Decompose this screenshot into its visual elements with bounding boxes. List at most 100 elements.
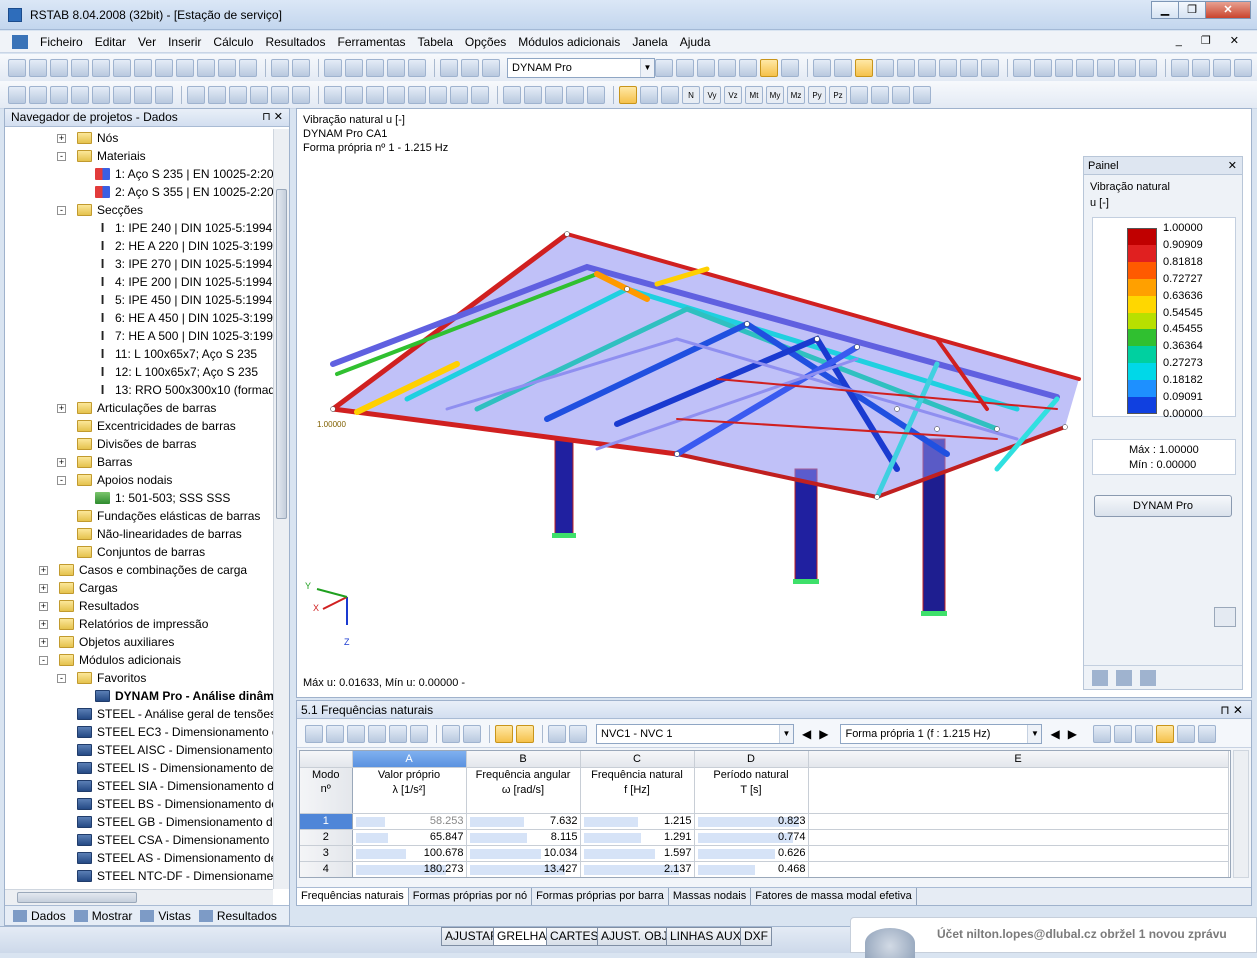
toolbar-button[interactable] [1055, 58, 1073, 77]
tree-toggle-icon[interactable]: + [57, 134, 66, 143]
toolbar-button[interactable] [661, 85, 679, 104]
force-button-4[interactable]: My [766, 85, 784, 104]
table-cell[interactable]: 0.823 [694, 813, 809, 830]
toolbar-button[interactable] [516, 724, 534, 743]
table-cell[interactable]: 0.626 [694, 845, 809, 862]
minimize-button[interactable]: ▁ [1151, 1, 1179, 19]
toolbar-button[interactable] [366, 85, 384, 104]
tree-item[interactable]: STEEL - Análise geral de tensões d [5, 705, 273, 723]
tree-item[interactable]: + Objetos auxiliares [5, 633, 273, 651]
toolbar-button[interactable] [229, 85, 247, 104]
toolbar-button[interactable] [1192, 58, 1210, 77]
table-cell[interactable]: 1.215 [580, 813, 695, 830]
tree-item[interactable]: STEEL BS - Dimensionamento de b [5, 795, 273, 813]
column-letter[interactable]: C [580, 751, 695, 768]
table-cell[interactable]: 65.847 [352, 829, 467, 846]
toolbar-button[interactable] [1197, 724, 1216, 743]
toolbar-button[interactable] [913, 85, 931, 104]
table-cell[interactable]: 8.115 [466, 829, 581, 846]
tree-item[interactable]: Divisões de barras [5, 435, 273, 453]
menu-item-7[interactable]: Tabela [418, 35, 453, 49]
toolbar-button[interactable] [113, 58, 131, 77]
tree-item[interactable]: - Apoios nodais [5, 471, 273, 489]
toolbar-button[interactable] [50, 85, 68, 104]
chevron-down-icon[interactable]: ▼ [1027, 724, 1042, 743]
toolbar-button[interactable] [368, 724, 386, 743]
tree-item[interactable]: I 7: HE A 500 | DIN 1025-3:1994; [5, 327, 273, 345]
row-number[interactable]: 5 [300, 877, 352, 878]
load-case-combo[interactable]: DYNAM Pro ▼ [507, 57, 655, 78]
toolbar-button[interactable] [482, 58, 500, 77]
row-number[interactable]: 4 [300, 861, 353, 877]
tree-item[interactable]: + Casos e combinações de carga [5, 561, 273, 579]
toolbar-button[interactable] [676, 58, 694, 77]
toolbar-button[interactable] [897, 58, 915, 77]
toolbar-button[interactable] [305, 724, 323, 743]
table-row[interactable]: 3 100.678 10.034 1.597 0.626 [300, 845, 1229, 862]
toolbar-button[interactable] [569, 724, 587, 743]
table-cell[interactable]: 100.678 [352, 845, 467, 862]
navigator-hscroll[interactable] [5, 889, 273, 905]
toolbar-button[interactable] [1113, 724, 1132, 743]
navigator-tab-1[interactable]: Mostrar [73, 909, 132, 923]
tree-item[interactable]: Não-linearidades de barras [5, 525, 273, 543]
pin-close-icon[interactable]: ⊓ ✕ [1220, 701, 1243, 719]
toolbar-button[interactable] [524, 85, 542, 104]
table-cell[interactable]: 13.427 [466, 861, 581, 877]
table-cell[interactable]: 58.253 [352, 813, 467, 830]
toolbar-button[interactable] [387, 58, 405, 77]
toolbar-button[interactable] [208, 85, 226, 104]
toolbar-button[interactable] [155, 85, 173, 104]
tree-item[interactable]: + Relatórios de impressão [5, 615, 273, 633]
tree-item[interactable]: + Articulações de barras [5, 399, 273, 417]
document-icon[interactable] [12, 34, 28, 49]
table-cell-empty[interactable] [808, 829, 1229, 846]
toolbar-button[interactable] [850, 85, 868, 104]
table-cell-empty[interactable] [808, 877, 1228, 878]
tree-toggle-icon[interactable]: - [39, 656, 48, 665]
3d-view[interactable]: Vibração natural u [-] DYNAM Pro CA1 For… [296, 108, 1252, 698]
toolbar-button[interactable] [292, 85, 310, 104]
tree-item[interactable]: I 6: HE A 450 | DIN 1025-3:1994; [5, 309, 273, 327]
column-letter[interactable]: E [808, 751, 1229, 768]
toolbar-button[interactable] [408, 85, 426, 104]
tree-item[interactable]: + Barras [5, 453, 273, 471]
tree-item[interactable]: Fundações elásticas de barras [5, 507, 273, 525]
toolbar-button[interactable] [239, 58, 257, 77]
pin-close-icon[interactable]: ⊓ ✕ [262, 109, 283, 126]
tree-item[interactable]: 1: 501-503; SSS SSS [5, 489, 273, 507]
toolbar-button[interactable] [739, 58, 757, 77]
toolbar-button[interactable] [271, 58, 289, 77]
menu-item-4[interactable]: Cálculo [213, 35, 253, 49]
status-toggle-4[interactable]: LINHAS AUX. [666, 927, 749, 946]
table-tab-1[interactable]: Formas próprias por nó [409, 888, 533, 905]
table-tab-3[interactable]: Massas nodais [669, 888, 752, 905]
toolbar-button[interactable] [781, 58, 799, 77]
toolbar-button[interactable] [29, 58, 47, 77]
toolbar-button[interactable] [271, 85, 289, 104]
navigator-vscroll[interactable] [273, 129, 289, 889]
force-button-7[interactable]: Pz [829, 85, 847, 104]
toolbar-button[interactable] [876, 58, 894, 77]
tree-toggle-icon[interactable]: + [57, 458, 66, 467]
toolbar-button[interactable] [450, 85, 468, 104]
toolbar-button[interactable] [92, 58, 110, 77]
toolbar-button[interactable] [292, 58, 310, 77]
toolbar-button[interactable] [640, 85, 658, 104]
row-number[interactable]: 2 [300, 829, 353, 846]
toolbar-button[interactable] [1013, 58, 1031, 77]
tree-item[interactable]: I 4: IPE 200 | DIN 1025-5:1994; Ar [5, 273, 273, 291]
tree-item[interactable]: DYNAM Pro - Análise dinâmic [5, 687, 273, 705]
toolbar-button[interactable] [619, 85, 637, 104]
toolbar-button[interactable] [1118, 58, 1136, 77]
toolbar-button[interactable] [545, 85, 563, 104]
toolbar-button[interactable] [366, 58, 384, 77]
table-tab-4[interactable]: Fatores de massa modal efetiva [751, 888, 917, 905]
tree-item[interactable]: STEEL AISC - Dimensionamento d [5, 741, 273, 759]
force-button-6[interactable]: Py [808, 85, 826, 104]
status-toggle-3[interactable]: AJUST. OBJ. [597, 927, 676, 946]
table-row[interactable]: 4 180.273 13.427 2.137 0.468 [300, 861, 1229, 877]
tree-item[interactable]: I 2: HE A 220 | DIN 1025-3:1994; [5, 237, 273, 255]
table-cell[interactable]: 180.273 [352, 861, 467, 877]
force-button-0[interactable]: N [682, 85, 700, 104]
